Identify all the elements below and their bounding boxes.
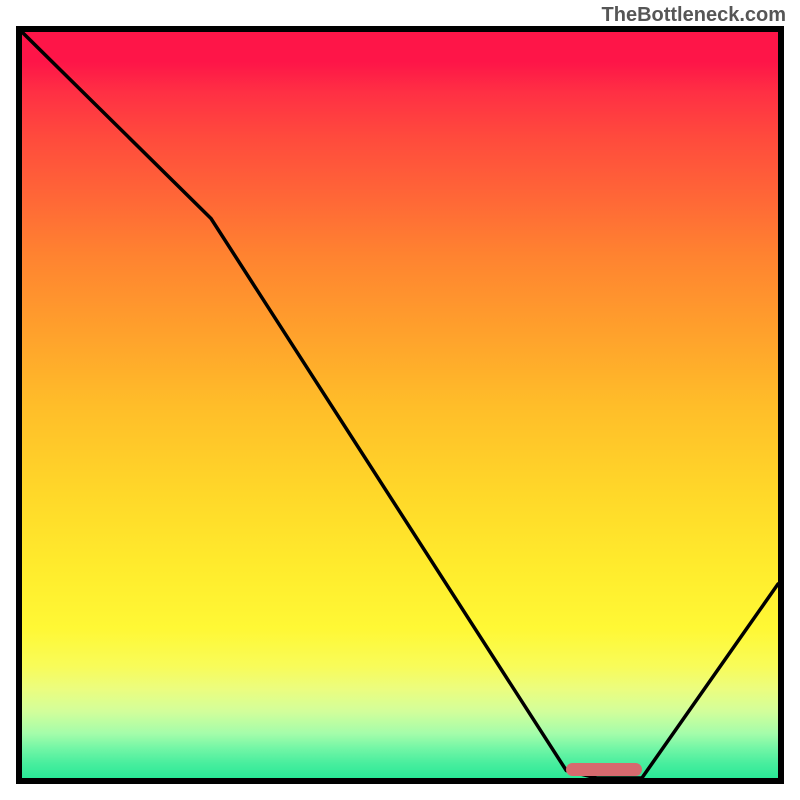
chart-frame: [16, 26, 784, 784]
minimum-marker: [566, 763, 642, 776]
curve-path: [22, 32, 778, 778]
chart-container: TheBottleneck.com: [0, 0, 800, 800]
attribution-text: TheBottleneck.com: [602, 4, 786, 27]
plot-area: [22, 32, 778, 778]
line-curve: [22, 32, 778, 778]
